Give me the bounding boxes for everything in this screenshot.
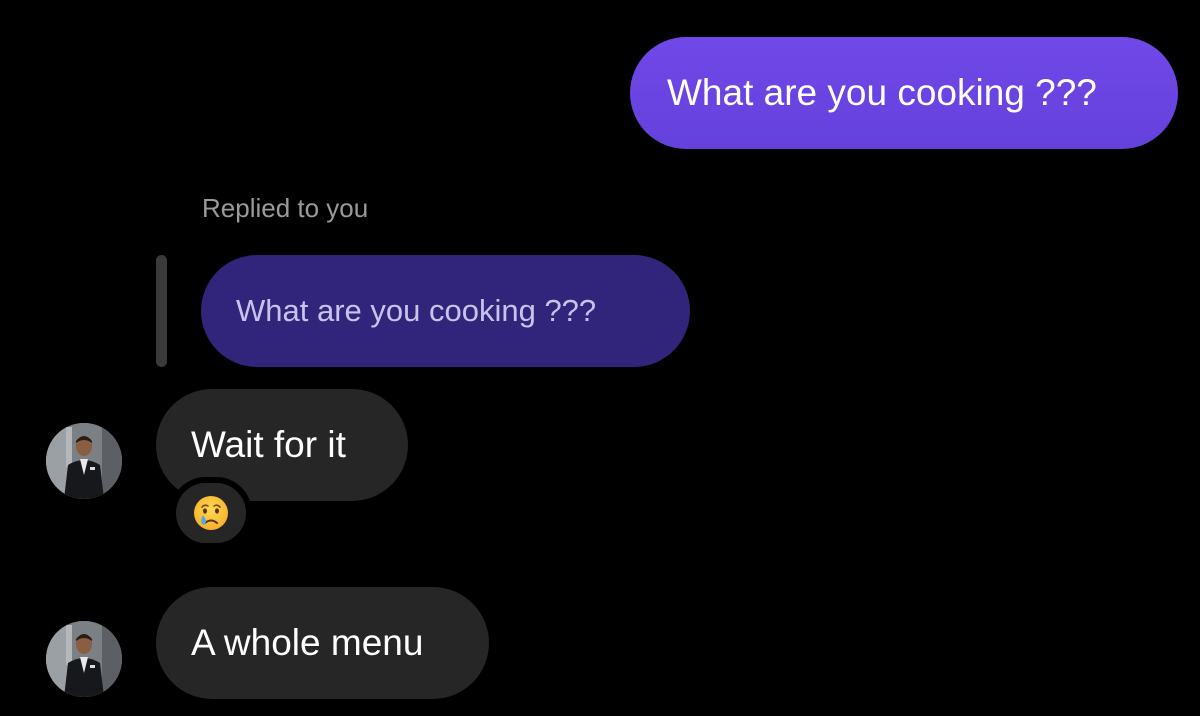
chat-thread: What are you cooking ??? Replied to you … — [0, 0, 1200, 716]
avatar[interactable] — [46, 621, 122, 697]
avatar[interactable] — [46, 423, 122, 499]
quoted-message-bubble[interactable]: What are you cooking ??? — [201, 255, 690, 367]
avatar-icon — [46, 423, 122, 499]
received-message-bubble[interactable]: A whole menu — [156, 587, 489, 699]
avatar-icon — [46, 621, 122, 697]
sent-message-bubble[interactable]: What are you cooking ??? — [630, 37, 1178, 149]
reply-indicator-bar — [156, 255, 167, 367]
message-reaction[interactable] — [170, 477, 252, 549]
received-message-text: A whole menu — [191, 622, 424, 663]
received-message-text: Wait for it — [191, 424, 346, 465]
sent-message-text: What are you cooking ??? — [667, 72, 1097, 113]
crying-face-icon — [194, 496, 228, 530]
reply-label: Replied to you — [202, 193, 369, 223]
quoted-message-text: What are you cooking ??? — [236, 293, 597, 328]
